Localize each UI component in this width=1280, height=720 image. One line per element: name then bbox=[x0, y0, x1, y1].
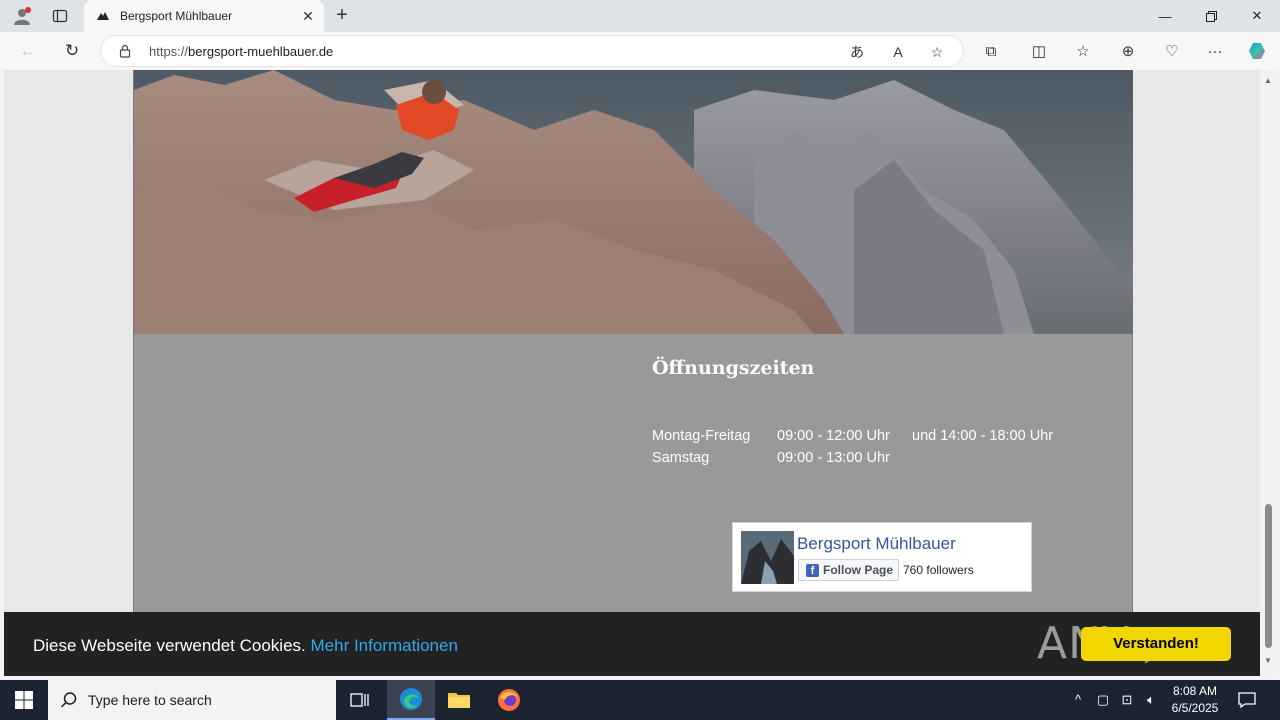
hours-afternoon: und 14:00 - 18:00 Uhr bbox=[912, 428, 1054, 444]
hours-days: Samstag bbox=[652, 450, 710, 466]
tab-bergsport[interactable]: Bergsport Mühlbauer ✕ bbox=[84, 0, 324, 32]
url-text[interactable]: https://bergsport-muehlbauer.de bbox=[149, 44, 333, 59]
extensions-icon[interactable]: ⧉ bbox=[980, 41, 1002, 61]
tab-title: Bergsport Mühlbauer bbox=[120, 9, 233, 23]
address-bar[interactable]: https://bergsport-muehlbauer.de あ A ☆ bbox=[100, 35, 964, 67]
tray-device-icon[interactable]: ▢ bbox=[1093, 690, 1113, 710]
scrollbar-thumb[interactable] bbox=[1265, 504, 1272, 648]
network-icon[interactable]: ⊡ bbox=[1117, 690, 1137, 710]
restore-icon[interactable] bbox=[1188, 0, 1234, 32]
site-favicon-icon bbox=[97, 12, 109, 20]
facebook-icon: f bbox=[806, 564, 819, 577]
follow-page-label: Follow Page bbox=[823, 563, 894, 577]
follow-page-button[interactable]: f Follow Page bbox=[798, 559, 899, 581]
clock-time: 8:08 AM bbox=[1172, 684, 1218, 698]
hero-mountain-image bbox=[134, 70, 1133, 334]
edge-taskbar-icon[interactable] bbox=[387, 680, 435, 720]
window-close-icon[interactable]: ✕ bbox=[1234, 0, 1280, 32]
page-viewport: Öffnungszeiten Montag-Freitag 09:00 - 12… bbox=[4, 70, 1260, 676]
scroll-up-icon[interactable]: ▲ bbox=[1263, 76, 1273, 85]
facebook-page-widget: Bergsport Mühlbauer f Follow Page 760 fo… bbox=[732, 522, 1032, 592]
split-screen-icon[interactable]: ◫ bbox=[1028, 41, 1050, 61]
favorite-star-icon[interactable]: ☆ bbox=[927, 42, 947, 62]
collections-icon[interactable]: ⊕ bbox=[1117, 41, 1139, 61]
cookie-message: Diese Webseite verwendet Cookies. Mehr I… bbox=[33, 636, 458, 655]
tray-overflow-icon[interactable]: ^ bbox=[1068, 690, 1088, 710]
copilot-icon[interactable] bbox=[1246, 41, 1268, 61]
volume-icon[interactable]: 🔈︎ bbox=[1141, 690, 1161, 710]
opening-hours-title: Öffnungszeiten bbox=[652, 357, 815, 379]
cookie-accept-button[interactable]: Verstanden! bbox=[1081, 627, 1231, 661]
firefox-icon[interactable] bbox=[485, 680, 533, 720]
hours-morning: 09:00 - 12:00 Uhr bbox=[777, 428, 890, 444]
search-placeholder: Type here to search bbox=[88, 692, 212, 708]
close-tab-icon[interactable]: ✕ bbox=[298, 6, 318, 26]
facebook-page-thumbnail[interactable] bbox=[741, 531, 794, 584]
refresh-icon[interactable]: ↻ bbox=[60, 39, 84, 63]
browser-tab-bar: Bergsport Mühlbauer ✕ + — ✕ bbox=[0, 0, 1280, 32]
taskbar-clock[interactable]: 8:08 AM 6/5/2025 bbox=[1160, 683, 1230, 717]
windows-taskbar: Type here to search ^ ▢ ⊡ 🔈︎ 8:08 AM 6/5… bbox=[0, 680, 1280, 720]
task-view-icon[interactable] bbox=[336, 680, 384, 720]
favorites-icon[interactable]: ☆ bbox=[1072, 41, 1094, 61]
new-tab-icon[interactable]: + bbox=[330, 4, 354, 28]
browser-toolbar: ← ↻ https://bergsport-muehlbauer.de あ A … bbox=[0, 32, 1280, 70]
lock-icon[interactable] bbox=[118, 44, 132, 58]
back-icon[interactable]: ← bbox=[16, 39, 40, 63]
facebook-followers-count: 760 followers bbox=[903, 563, 974, 577]
cookie-banner: Diese Webseite verwendet Cookies. Mehr I… bbox=[4, 612, 1260, 676]
read-aloud-icon[interactable]: A bbox=[888, 42, 908, 62]
clock-date: 6/5/2025 bbox=[1171, 701, 1219, 715]
site-container: Öffnungszeiten Montag-Freitag 09:00 - 12… bbox=[133, 70, 1133, 612]
file-explorer-icon[interactable] bbox=[435, 680, 483, 720]
page-scrollbar[interactable]: ▲ ▼ bbox=[1260, 70, 1276, 676]
cookie-more-info-link[interactable]: Mehr Informationen bbox=[311, 636, 458, 655]
minimize-icon[interactable]: — bbox=[1142, 0, 1188, 32]
hours-days: Montag-Freitag bbox=[652, 428, 751, 444]
hours-morning: 09:00 - 13:00 Uhr bbox=[777, 450, 890, 466]
scroll-down-icon[interactable]: ▼ bbox=[1263, 656, 1273, 665]
browser-essentials-icon[interactable]: ♡ bbox=[1161, 41, 1183, 61]
taskbar-search-box[interactable]: Type here to search bbox=[48, 680, 336, 720]
windows-start-icon[interactable] bbox=[0, 680, 48, 720]
profile-icon[interactable] bbox=[10, 4, 34, 28]
notification-icon[interactable] bbox=[1234, 688, 1260, 712]
search-icon bbox=[60, 692, 77, 708]
more-icon[interactable]: ··· bbox=[1204, 41, 1226, 61]
workspaces-icon[interactable] bbox=[48, 4, 72, 28]
translate-icon[interactable]: あ bbox=[847, 42, 867, 62]
facebook-page-name[interactable]: Bergsport Mühlbauer bbox=[797, 534, 956, 554]
